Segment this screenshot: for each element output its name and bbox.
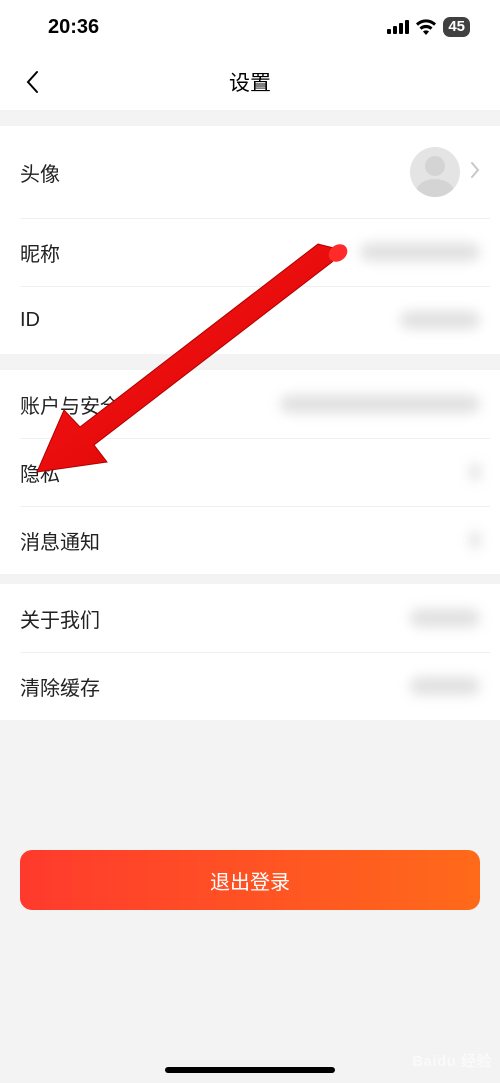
nickname-value <box>360 243 480 261</box>
account-security-value <box>280 395 480 413</box>
notifications-row[interactable]: 消息通知 <box>0 506 500 574</box>
about-label: 关于我们 <box>20 604 100 633</box>
section-app: 关于我们 清除缓存 <box>0 584 500 720</box>
id-label: ID <box>20 309 40 332</box>
nickname-label: 昵称 <box>20 238 60 267</box>
battery-icon: 45 <box>443 17 470 37</box>
id-row[interactable]: ID <box>0 286 500 354</box>
account-security-row[interactable]: 账户与安全 <box>0 370 500 438</box>
home-indicator <box>165 1067 335 1073</box>
clear-cache-row[interactable]: 清除缓存 <box>0 652 500 720</box>
status-bar: 20:36 45 <box>0 0 500 54</box>
logout-container: 退出登录 <box>20 850 480 910</box>
section-gap <box>0 354 500 370</box>
clear-cache-value <box>410 677 480 695</box>
section-profile: 头像 昵称 ID <box>0 126 500 354</box>
section-gap <box>0 110 500 126</box>
id-value <box>400 311 480 329</box>
chevron-left-icon <box>25 70 39 94</box>
notifications-label: 消息通知 <box>20 526 100 555</box>
status-time: 20:36 <box>48 16 99 39</box>
watermark: Baidu 经验 <box>412 1050 492 1071</box>
chevron-right-icon <box>470 161 480 184</box>
section-settings: 账户与安全 隐私 消息通知 <box>0 370 500 574</box>
privacy-value <box>470 463 480 481</box>
page-title: 设置 <box>229 67 271 97</box>
clear-cache-label: 清除缓存 <box>20 672 100 701</box>
logout-button[interactable]: 退出登录 <box>20 850 480 910</box>
account-security-label: 账户与安全 <box>20 390 120 419</box>
page-header: 设置 <box>0 54 500 110</box>
avatar-label: 头像 <box>20 158 60 187</box>
avatar-row[interactable]: 头像 <box>0 126 500 218</box>
about-value <box>410 609 480 627</box>
section-gap <box>0 574 500 584</box>
cellular-icon <box>387 20 409 34</box>
status-icons: 45 <box>387 17 470 37</box>
about-row[interactable]: 关于我们 <box>0 584 500 652</box>
avatar-icon <box>410 147 460 197</box>
privacy-label: 隐私 <box>20 458 60 487</box>
back-button[interactable] <box>12 54 52 110</box>
privacy-row[interactable]: 隐私 <box>0 438 500 506</box>
nickname-row[interactable]: 昵称 <box>0 218 500 286</box>
wifi-icon <box>415 19 437 35</box>
notifications-value <box>470 531 480 549</box>
